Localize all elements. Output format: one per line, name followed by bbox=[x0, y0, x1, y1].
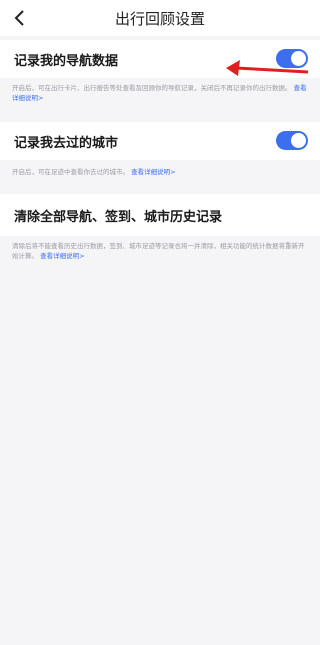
toggle-knob bbox=[291, 133, 306, 148]
nav-data-desc-text: 开启后，可在出行卡片、出行报告等处查看及回顾你的导航记录，关闭后不再记录你的出行… bbox=[12, 84, 292, 92]
clear-history-row[interactable]: 清除全部导航、签到、城市历史记录 bbox=[0, 194, 320, 236]
cities-title: 记录我去过的城市 bbox=[14, 136, 119, 151]
nav-data-description: 开启后，可在出行卡片、出行报告等处查看及回顾你的导航记录，关闭后不再记录你的出行… bbox=[12, 83, 308, 103]
clear-history-description: 清除后将不能查看历史出行数据，签到、城市足迹等记录也将一并清除，相关功能的统计数… bbox=[12, 241, 308, 261]
empty-area bbox=[0, 264, 320, 645]
clear-history-detail-link[interactable]: 查看详细说明> bbox=[40, 252, 84, 260]
cities-toggle[interactable] bbox=[276, 131, 308, 150]
annotation-arrow-icon bbox=[226, 60, 309, 76]
top-bar: 出行回顾设置 bbox=[0, 0, 320, 36]
nav-data-title: 记录我的导航数据 bbox=[14, 54, 119, 69]
cities-setting-row: 记录我去过的城市 bbox=[0, 122, 320, 160]
page-title: 出行回顾设置 bbox=[114, 10, 205, 28]
cities-desc-text: 开启后，可在足迹中查看你去过的城市。 bbox=[12, 168, 129, 176]
cities-description: 开启后，可在足迹中查看你去过的城市。 查看详细说明> bbox=[12, 167, 308, 177]
cities-detail-link[interactable]: 查看详细说明> bbox=[131, 168, 175, 176]
clear-history-title: 清除全部导航、签到、城市历史记录 bbox=[14, 210, 223, 225]
